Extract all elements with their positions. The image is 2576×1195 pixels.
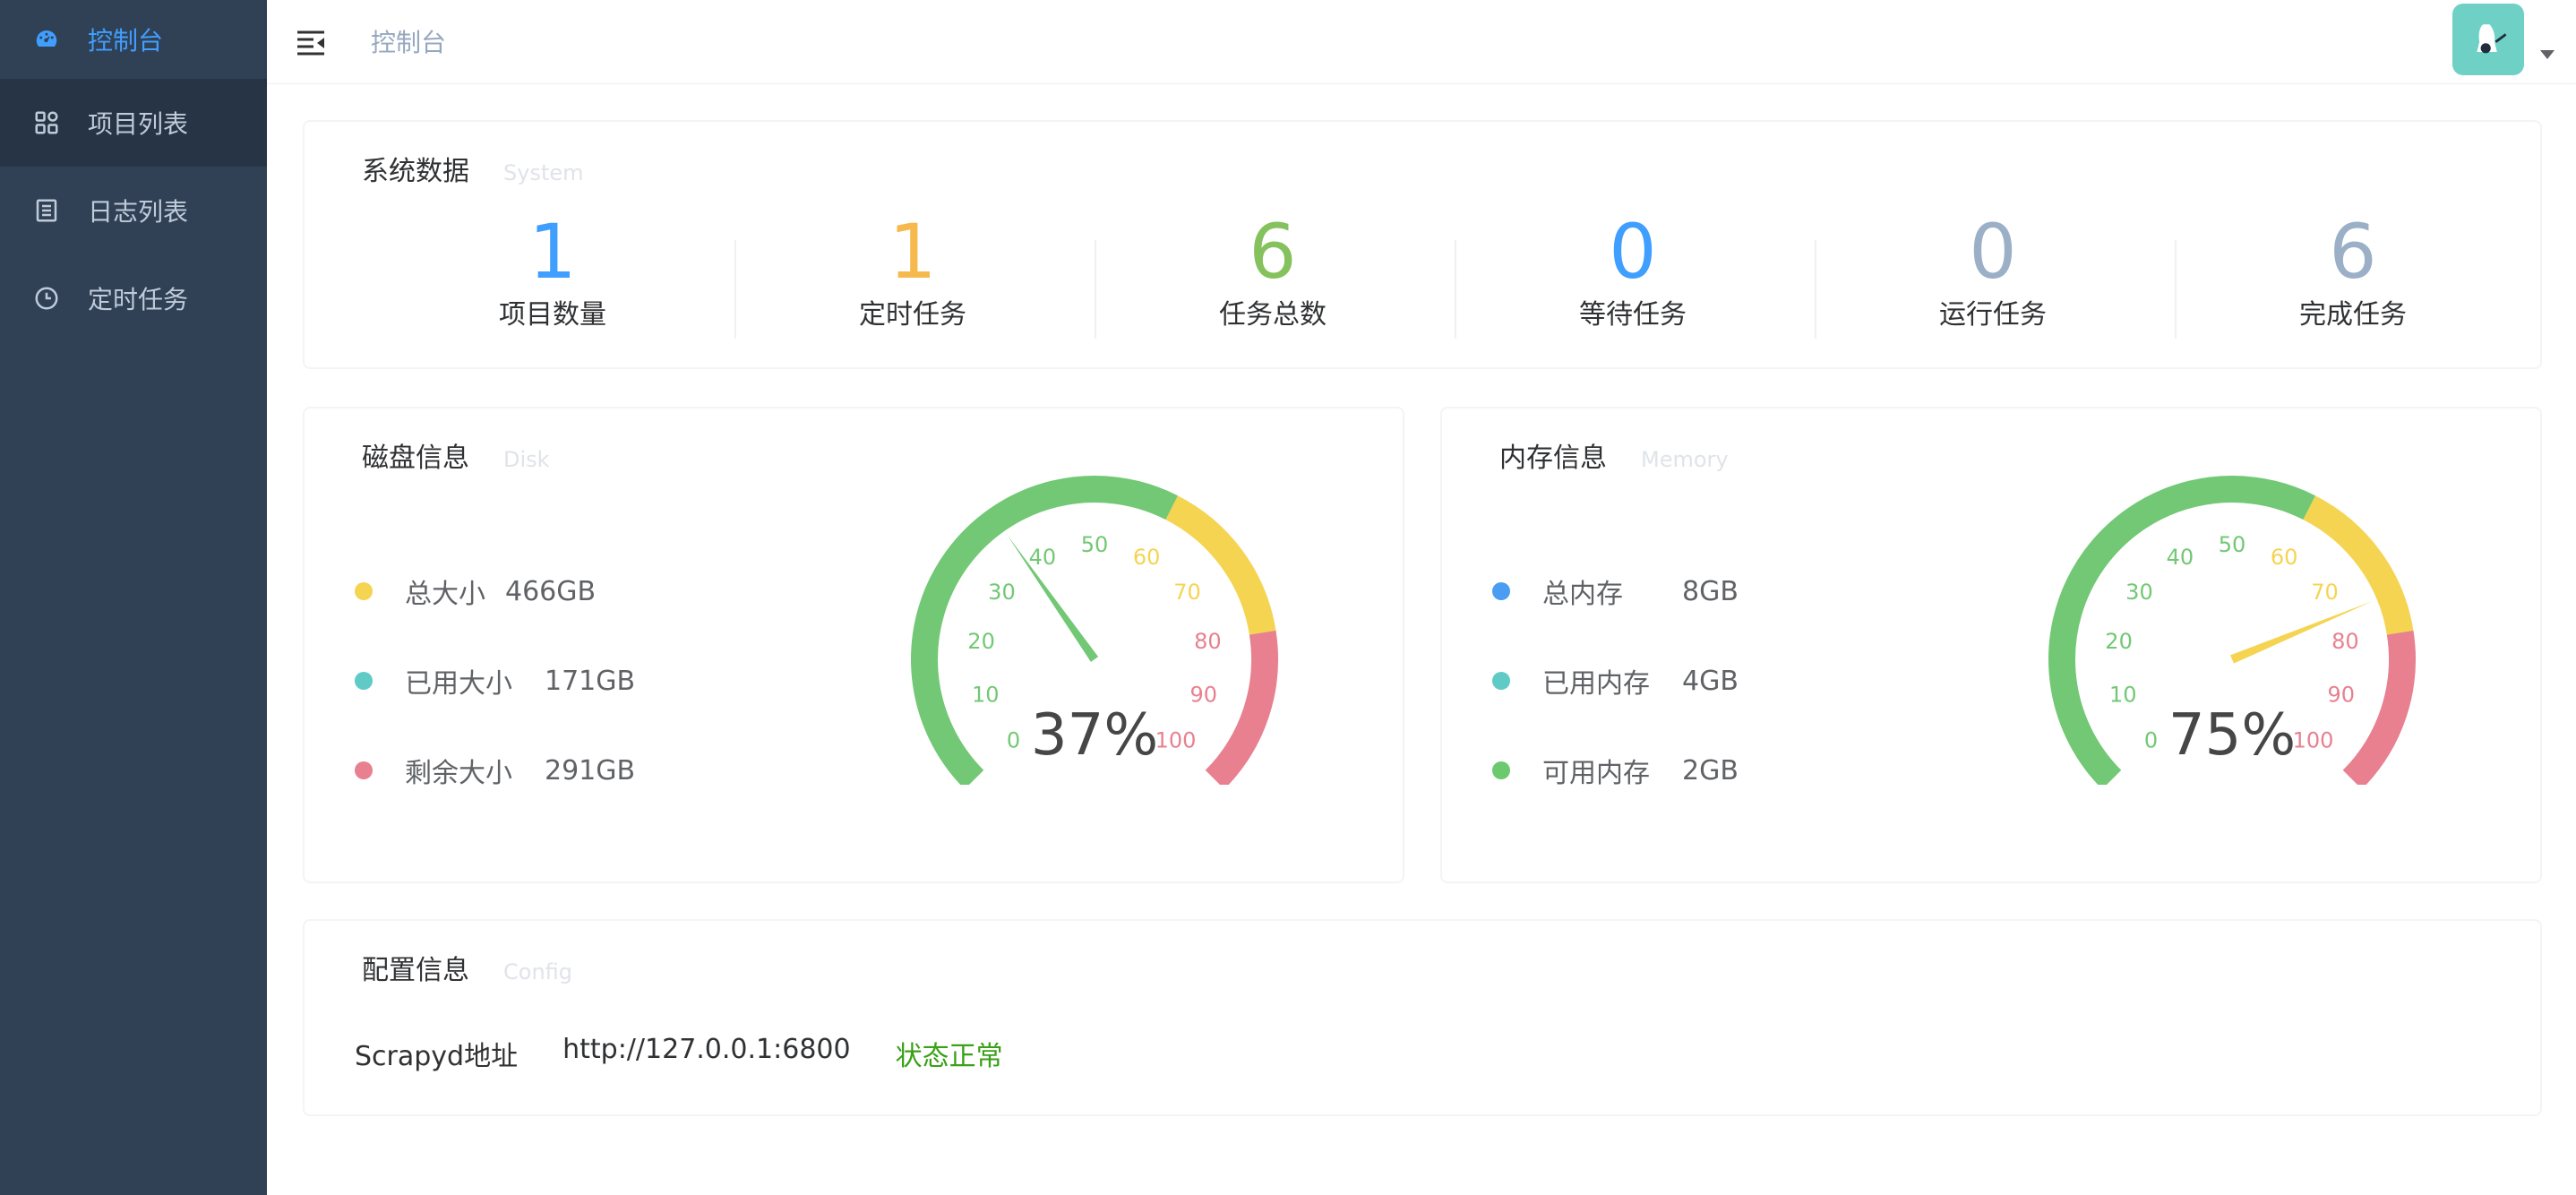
gauge-band-yellow	[2303, 495, 2414, 635]
stat-value: 6	[2329, 208, 2377, 296]
stat-schedules: 1 定时任务	[733, 211, 1093, 331]
legend-dot	[355, 761, 373, 779]
gauge-tick-label: 70	[1173, 580, 1201, 605]
legend-item: 已用内存 4GB	[1492, 661, 1739, 701]
gauge-tick-label: 70	[2311, 580, 2339, 605]
legend-item: 已用大小 171GB	[355, 661, 635, 701]
gauge-tick-label: 90	[1189, 683, 1217, 708]
card-title: 系统数据 System	[362, 156, 584, 187]
sidebar-item-label: 控制台	[88, 26, 164, 56]
stat-running-tasks: 0 运行任务	[1813, 211, 2173, 331]
legend-dot	[1492, 672, 1510, 690]
gauge-tick-label: 40	[1029, 545, 1057, 570]
gauge-tick-label: 60	[2271, 545, 2298, 570]
sidebar-item-label: 日志列表	[88, 197, 189, 227]
stat-label: 完成任务	[2299, 299, 2407, 331]
main-content: 系统数据 System 1 项目数量 1 定时任务 6 任务总数 0 等待任务 0…	[267, 84, 2576, 1195]
stat-value: 1	[528, 208, 577, 296]
legend-dot	[355, 672, 373, 690]
legend-item: 总内存 8GB	[1492, 572, 1739, 611]
sidebar-item-logs[interactable]: 日志列表	[0, 167, 267, 254]
gauge-percent: 37%	[1030, 702, 1159, 769]
stat-label: 任务总数	[1219, 299, 1327, 331]
sidebar-item-projects[interactable]: 项目列表	[0, 79, 267, 167]
sidebar-item-label: 定时任务	[88, 285, 189, 314]
card-title: 内存信息 Memory	[1499, 443, 1729, 474]
scrapyd-label: Scrapyd地址	[355, 1041, 519, 1072]
gauge-tick-label: 80	[1194, 629, 1222, 654]
gauge-tick-label: 60	[1133, 545, 1161, 570]
sidebar-item-dashboard[interactable]: 控制台	[0, 0, 267, 79]
gauge-band-red	[2342, 630, 2416, 785]
gauge-tick-label: 20	[2105, 629, 2133, 654]
gauge-tick-label: 30	[988, 580, 1016, 605]
stat-total-tasks: 6 任务总数	[1093, 211, 1453, 331]
gauge-tick-label: 50	[2219, 532, 2246, 557]
gauge-band-yellow	[1165, 495, 1276, 635]
breadcrumb[interactable]: 控制台	[371, 23, 446, 59]
legend-dot	[1492, 582, 1510, 600]
stat-value: 1	[889, 208, 937, 296]
gauge-band-red	[1205, 630, 1278, 785]
card-title: 配置信息 Config	[362, 955, 573, 986]
sidebar-item-schedules[interactable]: 定时任务	[0, 254, 267, 342]
legend-item: 剩余大小 291GB	[355, 751, 635, 790]
system-card: 系统数据 System 1 项目数量 1 定时任务 6 任务总数 0 等待任务 0…	[303, 120, 2542, 369]
hamburger-icon[interactable]	[294, 23, 330, 59]
stat-label: 定时任务	[859, 299, 966, 331]
card-title: 磁盘信息 Disk	[362, 443, 550, 474]
document-icon	[32, 196, 61, 225]
sidebar-item-label: 项目列表	[88, 109, 189, 139]
gauge-percent: 75%	[2168, 702, 2297, 769]
stat-label: 运行任务	[1939, 299, 2047, 331]
gauge-tick-label: 40	[2167, 545, 2194, 570]
gauge-tick-label: 10	[2109, 683, 2137, 708]
config-card: 配置信息 Config Scrapyd地址 http://127.0.0.1:68…	[303, 919, 2542, 1116]
sidebar: 控制台 项目列表 日志列表 定时任务	[0, 0, 267, 1195]
stat-label: 项目数量	[499, 299, 606, 331]
gauge-tick-label: 10	[972, 683, 1000, 708]
avatar[interactable]	[2452, 4, 2524, 75]
gauge-tick-label: 50	[1081, 532, 1109, 557]
stat-finished-tasks: 6 完成任务	[2173, 211, 2533, 331]
clock-icon	[32, 284, 61, 313]
grid-icon	[32, 108, 61, 137]
stat-value: 0	[1609, 208, 1657, 296]
avatar-icon	[2477, 24, 2507, 54]
gauge-tick-label: 20	[967, 629, 995, 654]
legend-dot	[1492, 761, 1510, 779]
dashboard-icon	[32, 25, 61, 54]
chevron-down-icon[interactable]	[2540, 50, 2555, 59]
disk-card: 磁盘信息 Disk 总大小 466GB 已用大小 171GB 剩余大小 291GB…	[303, 407, 1404, 883]
legend-item: 总大小 466GB	[355, 572, 596, 611]
legend-item: 可用内存 2GB	[1492, 751, 1739, 790]
stat-value: 6	[1249, 208, 1297, 296]
memory-card: 内存信息 Memory 总内存 8GB 已用内存 4GB 可用内存 2GB 0 10…	[1440, 407, 2542, 883]
scrapyd-url[interactable]: http://127.0.0.1:6800	[562, 1034, 851, 1073]
gauge-tick-label: 90	[2327, 683, 2355, 708]
gauge-tick-label: 30	[2125, 580, 2153, 605]
stat-pending-tasks: 0 等待任务	[1453, 211, 1813, 331]
gauge-tick-label: 80	[2331, 629, 2359, 654]
config-row: Scrapyd地址 http://127.0.0.1:6800 状态正常	[355, 1034, 1048, 1073]
stat-value: 0	[1969, 208, 2017, 296]
status-badge: 状态正常	[895, 1041, 1003, 1072]
top-navbar: 控制台	[267, 0, 2576, 84]
stat-label: 等待任务	[1579, 299, 1687, 331]
legend-dot	[355, 582, 373, 600]
stat-projects: 1 项目数量	[373, 211, 733, 331]
